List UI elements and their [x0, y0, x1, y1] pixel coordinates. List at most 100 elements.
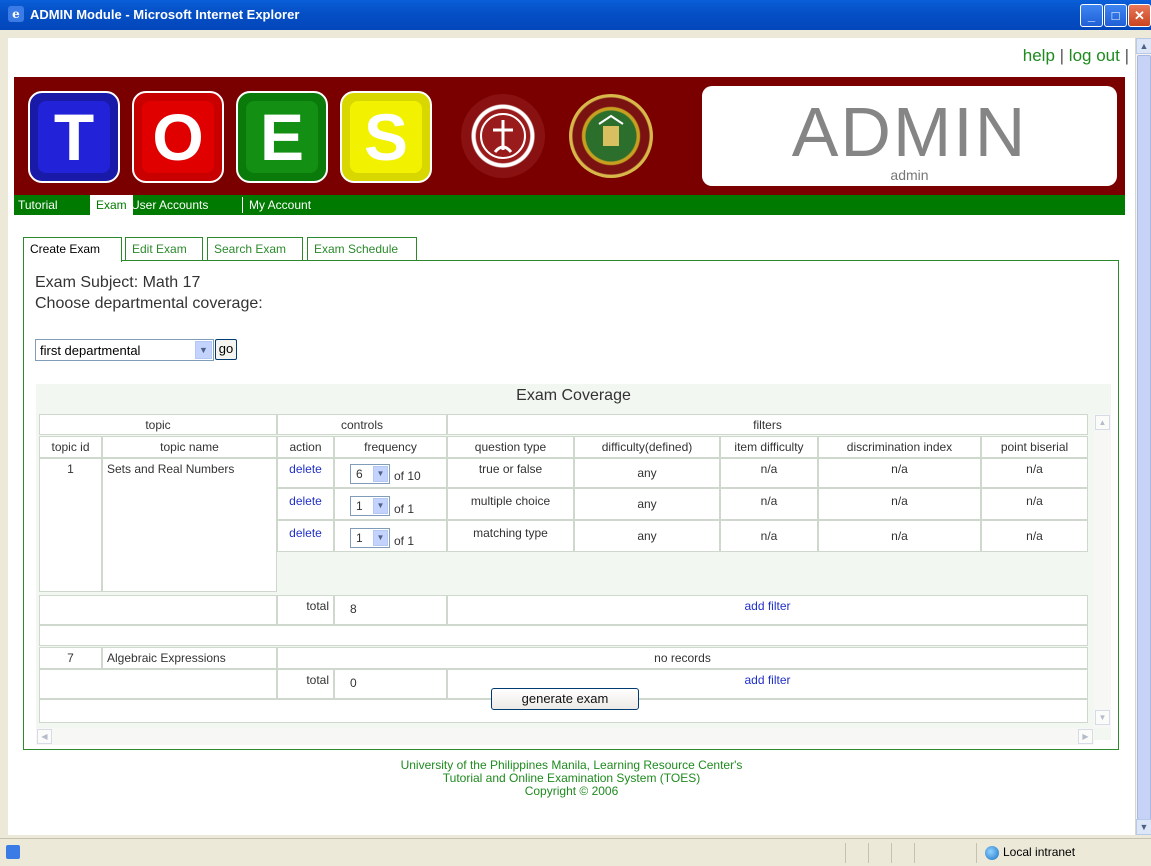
nav-tutorial[interactable]: Tutorial — [18, 198, 58, 212]
go-button[interactable]: go — [215, 339, 237, 360]
delete-link[interactable]: delete — [289, 462, 322, 476]
topic-id: 1 — [39, 458, 102, 592]
window-title: ADMIN Module - Microsoft Internet Explor… — [30, 7, 300, 22]
total-spacer — [39, 595, 277, 625]
admin-username: admin — [890, 167, 929, 183]
close-icon[interactable]: ✕ — [1128, 4, 1151, 27]
frequency-cell: 1 ▼ of 1 — [334, 520, 447, 552]
row-separator — [39, 625, 1088, 646]
total-label: total — [277, 595, 334, 625]
tab-create-exam[interactable]: Create Exam — [23, 237, 122, 262]
group-header-controls: controls — [277, 414, 447, 435]
discrimination-index: n/a — [818, 488, 981, 520]
add-filter-link[interactable]: add filter — [744, 673, 790, 687]
table-horizontal-scrollbar[interactable]: ◀ ▶ — [36, 728, 1094, 745]
nav-separator — [242, 197, 243, 213]
frequency-select[interactable]: 6 ▼ — [350, 464, 390, 484]
page-vertical-scrollbar[interactable]: ▲ ▼ — [1135, 38, 1151, 835]
maximize-icon[interactable]: □ — [1104, 4, 1127, 27]
difficulty-defined: any — [574, 488, 720, 520]
logo-tile-o: O — [132, 91, 224, 183]
dropdown-arrow-icon[interactable]: ▼ — [373, 530, 388, 546]
header-banner: T O E S ADMIN admin — [14, 77, 1125, 195]
tab-edit-exam[interactable]: Edit Exam — [125, 237, 203, 261]
add-filter-link[interactable]: add filter — [744, 599, 790, 613]
difficulty-defined: any — [574, 520, 720, 552]
page-content: help | log out | T O E S ADMIN admin Tut… — [8, 38, 1135, 835]
admin-title: ADMIN — [791, 93, 1028, 171]
tab-exam-schedule[interactable]: Exam Schedule — [307, 237, 417, 261]
table-row-action: delete — [277, 488, 334, 520]
subject-line: Exam Subject: Math 17 — [35, 274, 201, 291]
coverage-table: topic controls filters topic id topic na… — [39, 414, 1088, 724]
col-action: action — [277, 436, 334, 458]
question-type: multiple choice — [447, 488, 574, 520]
scroll-up-icon[interactable]: ▲ — [1136, 38, 1151, 54]
delete-link[interactable]: delete — [289, 494, 322, 508]
scroll-right-icon[interactable]: ▶ — [1078, 729, 1093, 744]
group-header-topic: topic — [39, 414, 277, 435]
frequency-max: of 1 — [394, 502, 415, 516]
dropdown-arrow-icon[interactable]: ▼ — [373, 466, 388, 482]
scroll-down-icon[interactable]: ▼ — [1095, 710, 1110, 725]
no-records: no records — [277, 647, 1088, 669]
logout-link[interactable]: log out — [1069, 46, 1120, 65]
difficulty-defined: any — [574, 458, 720, 488]
generate-exam-button[interactable]: generate exam — [491, 688, 639, 710]
item-difficulty: n/a — [720, 488, 818, 520]
delete-link[interactable]: delete — [289, 526, 322, 540]
group-header-filters: filters — [447, 414, 1088, 435]
top-links: help | log out | — [1022, 46, 1129, 65]
question-type: true or false — [447, 458, 574, 488]
admin-box: ADMIN admin — [702, 86, 1117, 186]
scroll-down-icon[interactable]: ▼ — [1136, 819, 1151, 835]
status-bar: Local intranet — [0, 838, 1151, 866]
minimize-icon[interactable]: _ — [1080, 4, 1103, 27]
total-label: total — [277, 669, 334, 699]
main-nav: Tutorial Exam User Accounts My Account — [14, 195, 1125, 215]
col-question-type: question type — [447, 436, 574, 458]
question-type: matching type — [447, 520, 574, 552]
coverage-select[interactable]: first departmental ▼ — [35, 339, 214, 361]
frequency-select[interactable]: 1 ▼ — [350, 496, 390, 516]
table-row-action: delete — [277, 520, 334, 552]
page-footer: University of the Philippines Manila, Le… — [8, 759, 1135, 798]
col-item-difficulty: item difficulty — [720, 436, 818, 458]
frequency-select[interactable]: 1 ▼ — [350, 528, 390, 548]
coverage-title: Exam Coverage — [516, 387, 631, 404]
topic-name: Sets and Real Numbers — [102, 458, 277, 592]
nav-exam[interactable]: Exam — [90, 195, 133, 215]
nav-user-accounts[interactable]: User Accounts — [131, 198, 208, 212]
col-topic-name: topic name — [102, 436, 277, 458]
col-frequency: frequency — [334, 436, 447, 458]
discrimination-index: n/a — [818, 458, 981, 488]
nav-my-account[interactable]: My Account — [249, 198, 311, 212]
frequency-cell: 6 ▼ of 10 — [334, 458, 447, 488]
seal-logo — [461, 94, 545, 178]
point-biserial: n/a — [981, 458, 1088, 488]
logo-tile-s: S — [340, 91, 432, 183]
add-filter-cell: add filter — [447, 595, 1088, 625]
total-value: 8 — [334, 595, 447, 625]
dropdown-arrow-icon[interactable]: ▼ — [195, 341, 212, 359]
security-zone: Local intranet — [985, 845, 1075, 860]
col-difficulty-defined: difficulty(defined) — [574, 436, 720, 458]
scroll-up-icon[interactable]: ▲ — [1095, 415, 1110, 430]
help-link[interactable]: help — [1023, 46, 1055, 65]
ie-icon: e — [8, 6, 24, 22]
item-difficulty: n/a — [720, 520, 818, 552]
frequency-cell: 1 ▼ of 1 — [334, 488, 447, 520]
scrollbar-thumb[interactable] — [1137, 55, 1151, 820]
window-titlebar: e ADMIN Module - Microsoft Internet Expl… — [0, 0, 1151, 30]
col-point-biserial: point biserial — [981, 436, 1088, 458]
point-biserial: n/a — [981, 520, 1088, 552]
scroll-left-icon[interactable]: ◀ — [37, 729, 52, 744]
col-topic-id: topic id — [39, 436, 102, 458]
dropdown-arrow-icon[interactable]: ▼ — [373, 498, 388, 514]
page-icon — [6, 845, 20, 859]
exam-subject: Exam Subject: Math 17 Choose departmenta… — [35, 272, 263, 314]
frequency-max: of 10 — [394, 469, 421, 483]
footer-copyright: Copyright © 2006 — [524, 784, 619, 798]
table-vertical-scrollbar[interactable]: ▲ ▼ — [1094, 414, 1111, 728]
tab-search-exam[interactable]: Search Exam — [207, 237, 303, 261]
